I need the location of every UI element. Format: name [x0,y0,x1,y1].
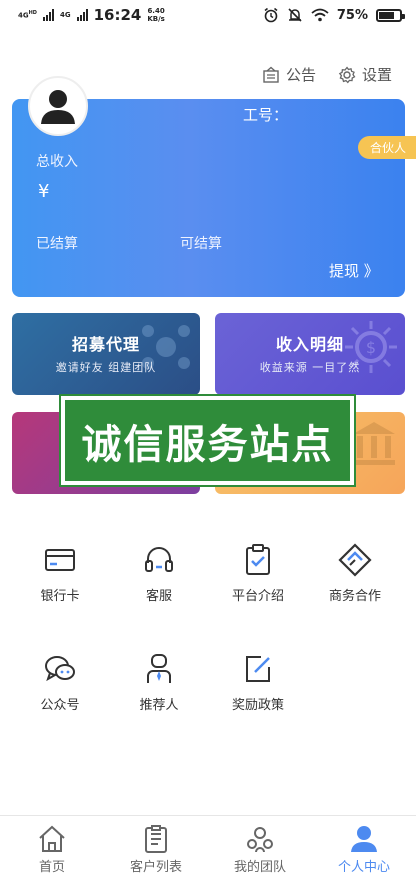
grid-item-reward-policy[interactable]: 奖励政策 [213,652,303,713]
grid-label: 奖励政策 [231,698,284,713]
user-icon [351,826,377,852]
grid-item-bank-card[interactable]: 银行卡 [15,543,105,604]
grid-label: 推荐人 [139,698,179,713]
watermark-banner: 诚信服务站点 [59,394,356,487]
withdraw-button[interactable]: 提现 》 [329,260,379,281]
user-silhouette-icon [31,79,85,133]
wifi-icon [311,8,329,22]
nav-label: 我的团队 [233,860,286,875]
announcement-icon [263,66,279,83]
announcement-label: 公告 [285,66,316,84]
clock: 16:24 [93,6,142,24]
nav-home[interactable]: 首页 [0,816,104,879]
signal-bars-icon [42,9,54,21]
chat-bubbles-icon [45,656,75,682]
bottom-nav: 首页 客户列表 我的团队 个人中心 [0,815,416,879]
income-detail-title: 收入明细 [275,335,344,354]
nav-customer-list[interactable]: 客户列表 [104,816,208,879]
grid-item-referrer[interactable]: 推荐人 [114,652,204,713]
network-speed: 6.40 KB/s [147,7,165,23]
grid-label: 平台介绍 [231,589,284,604]
gear-icon [338,65,356,83]
grid-label: 公众号 [40,698,80,713]
network-indicator-2: 4G [59,10,71,19]
total-income-label: 总收入 [36,154,78,170]
announcement-link[interactable]: 公告 [262,64,316,85]
list-document-icon [145,825,167,853]
network-indicator-1: 4GHD [18,10,37,20]
settleable-label: 可结算 [180,236,222,252]
signal-bars-icon [76,9,88,21]
grid-label: 商务合作 [328,589,381,604]
grid-item-business-cooperation[interactable]: 商务合作 [310,543,400,604]
person-tie-icon [147,654,171,683]
recruit-agent-title: 招募代理 [71,335,140,354]
building-graphic-icon [353,422,395,465]
income-detail-tile[interactable]: $ 收入明细 收益来源 一目了然 [215,313,405,395]
battery-percentage: 75% [336,7,368,23]
home-icon [39,825,65,852]
recruit-agent-tile[interactable]: 招募代理 邀请好友 组建团队 [12,313,200,395]
nav-label: 客户列表 [129,860,182,875]
work-number-label: 工号： [243,106,289,124]
edit-square-icon [246,656,270,682]
battery-icon [376,8,405,22]
partner-badge: 合伙人 [357,136,416,159]
watermark-text: 诚信服务站点 [81,421,334,468]
alarm-icon [264,7,278,23]
status-bar: 4GHD 4G 16:24 6.40 KB/s 75% [0,0,416,30]
nav-label: 个人中心 [337,860,390,875]
grid-label: 客服 [145,589,172,604]
grid-item-customer-service[interactable]: 客服 [114,543,204,604]
nav-personal-center[interactable]: 个人中心 [312,816,416,879]
headset-icon [145,547,173,572]
settings-label: 设置 [361,66,392,84]
avatar[interactable] [28,76,88,136]
nav-label: 首页 [38,860,65,875]
nav-my-team[interactable]: 我的团队 [208,816,312,879]
bank-card-icon [45,549,75,571]
settled-label: 已结算 [36,236,78,252]
mute-icon [288,8,302,22]
income-detail-subtitle: 收益来源 一目了然 [259,361,361,374]
grid-item-official-account[interactable]: 公众号 [15,652,105,713]
total-income-value: ¥ [38,181,50,202]
top-links: 公告 设置 [262,64,392,85]
handshake-icon [338,543,372,577]
grid-item-platform-intro[interactable]: 平台介绍 [213,543,303,604]
recruit-agent-subtitle: 邀请好友 组建团队 [55,361,157,374]
clipboard-check-icon [246,544,270,575]
settings-link[interactable]: 设置 [338,64,392,85]
team-icon [247,827,273,853]
grid-label: 银行卡 [40,589,80,604]
